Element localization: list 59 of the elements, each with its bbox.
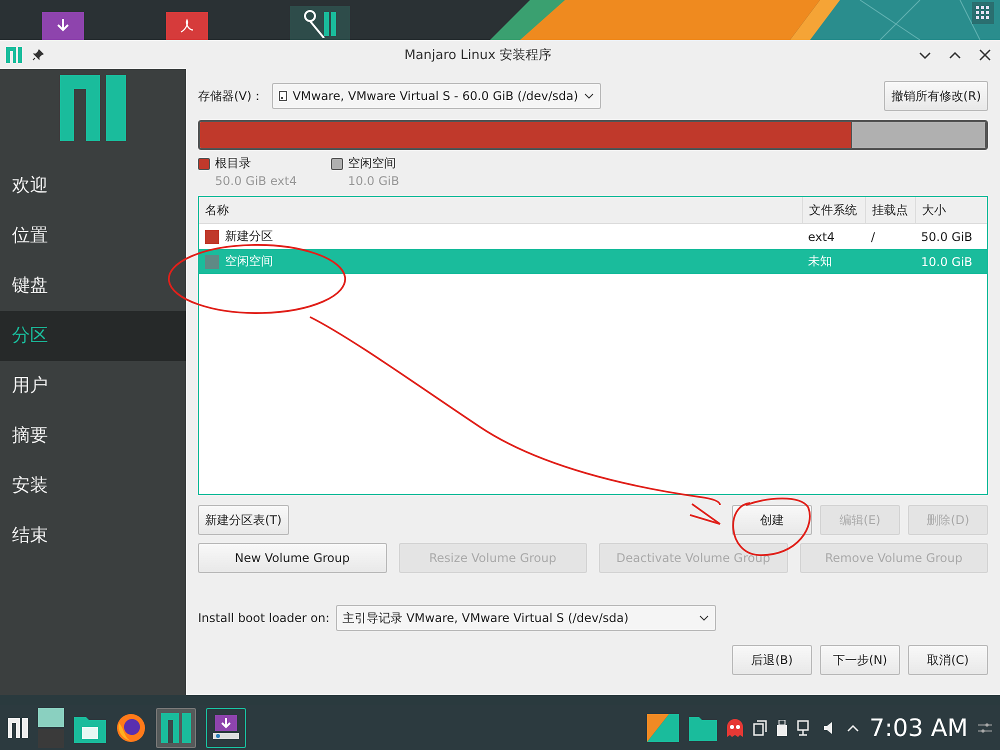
- browser-icon[interactable]: [116, 712, 146, 742]
- grid-icon[interactable]: [972, 2, 994, 24]
- sidebar-item[interactable]: 欢迎: [0, 161, 186, 211]
- table-cell: 50.0 GiB: [921, 230, 972, 244]
- nav-button[interactable]: 后退(B): [732, 645, 812, 675]
- storage-dropdown[interactable]: VMware, VMware Virtual S - 60.0 GiB (/dev/sda): [272, 83, 602, 109]
- nav-button[interactable]: 取消(C): [908, 645, 988, 675]
- desktop-icon[interactable]: [38, 708, 64, 748]
- sidebar-item[interactable]: 用户: [0, 361, 186, 411]
- sidebar-item[interactable]: 位置: [0, 211, 186, 261]
- boot-loader-label: Install boot loader on:: [198, 611, 330, 625]
- sidebar-item[interactable]: 摘要: [0, 411, 186, 461]
- table-row[interactable]: 新建分区 ext4 / 50.0 GiB: [199, 224, 987, 249]
- app-logo-icon: [6, 46, 22, 62]
- start-menu-icon[interactable]: [8, 718, 28, 738]
- caret-icon: [698, 614, 709, 622]
- window-icon[interactable]: [647, 714, 680, 742]
- volume-group-button[interactable]: New Volume Group: [198, 543, 386, 573]
- legend-detail: 10.0 GiB: [346, 174, 400, 188]
- column-header[interactable]: 大小: [915, 197, 987, 223]
- boot-loader-dropdown[interactable]: 主引导记录 VMware, VMware Virtual S (/dev/sda): [336, 605, 716, 631]
- nav-button[interactable]: 下一步(N): [820, 645, 900, 675]
- partition-button[interactable]: 创建: [732, 505, 812, 535]
- document-icon[interactable]: [166, 12, 208, 40]
- table-cell: 空闲空间: [225, 253, 273, 270]
- clock[interactable]: 7:03 AM: [869, 714, 968, 742]
- legend-detail: 50.0 GiB ext4: [214, 174, 297, 188]
- window-title: Manjaro Linux 安装程序: [403, 46, 553, 64]
- sidebar-item[interactable]: 结束: [0, 511, 186, 561]
- legend-label: 空闲空间: [348, 155, 396, 172]
- settings-icon[interactable]: [978, 722, 992, 734]
- table-cell: 新建分区: [225, 228, 273, 245]
- table-cell: 10.0 GiB: [921, 254, 972, 268]
- expand-tray-icon[interactable]: [847, 722, 860, 732]
- pin-icon[interactable]: [32, 48, 44, 60]
- column-header[interactable]: 文件系统: [802, 197, 865, 223]
- table-cell: ext4: [808, 230, 835, 244]
- usb-drive-icon[interactable]: [777, 720, 788, 736]
- download-icon[interactable]: [42, 12, 84, 40]
- table-cell: /: [871, 230, 876, 244]
- sidebar-item[interactable]: 键盘: [0, 261, 186, 311]
- installer-icon[interactable]: [290, 6, 350, 40]
- manjaro-logo-icon: [161, 712, 191, 742]
- column-header[interactable]: 挂载点: [865, 197, 915, 223]
- sidebar-item[interactable]: 分区: [0, 311, 186, 361]
- partition-button[interactable]: 新建分区表(T): [198, 505, 289, 535]
- caret-icon: [584, 92, 594, 100]
- column-header[interactable]: 名称: [199, 197, 802, 223]
- sidebar-item[interactable]: 安装: [0, 461, 186, 511]
- manjaro-logo-icon: [60, 75, 126, 141]
- legend-label: 根目录: [215, 155, 251, 172]
- table-cell: 未知: [808, 253, 832, 270]
- close-icon[interactable]: [978, 48, 992, 62]
- folder-icon[interactable]: [689, 714, 718, 740]
- ghost-icon[interactable]: [727, 718, 744, 736]
- taskbar-app[interactable]: [206, 708, 246, 748]
- revert-button[interactable]: 撤销所有修改(R): [884, 81, 988, 111]
- clipboard-icon[interactable]: [753, 720, 768, 736]
- storage-label: 存储器(V)：: [198, 88, 264, 104]
